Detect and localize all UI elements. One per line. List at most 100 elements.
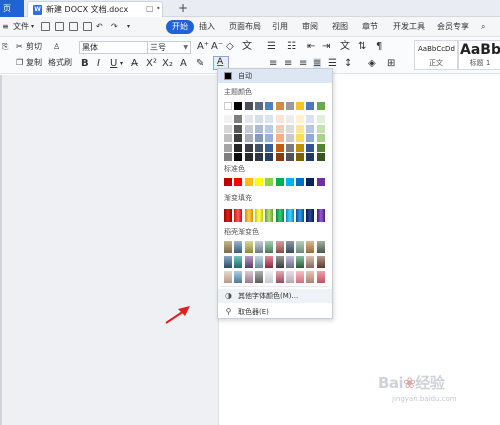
color-swatch[interactable] bbox=[224, 143, 232, 152]
color-swatch[interactable] bbox=[306, 143, 315, 152]
grow-font-icon[interactable]: A⁺ bbox=[197, 41, 209, 53]
color-swatch[interactable] bbox=[306, 124, 315, 133]
shell-gradient-swatch[interactable] bbox=[306, 241, 315, 253]
borders-icon[interactable]: ⊞ bbox=[387, 58, 395, 70]
shell-gradient-swatch[interactable] bbox=[296, 241, 305, 253]
color-swatch[interactable] bbox=[296, 115, 305, 123]
copy-icon[interactable]: ❐ bbox=[16, 58, 23, 68]
print-icon[interactable] bbox=[69, 22, 78, 31]
shell-gradient-swatch[interactable] bbox=[306, 256, 315, 268]
color-swatch[interactable] bbox=[316, 124, 325, 133]
color-swatch[interactable] bbox=[254, 102, 263, 110]
shell-gradient-swatch[interactable] bbox=[285, 271, 294, 283]
color-swatch[interactable] bbox=[306, 153, 315, 161]
menu-icon[interactable]: ≡ bbox=[2, 20, 9, 34]
color-swatch[interactable] bbox=[306, 134, 315, 142]
color-swatch[interactable] bbox=[306, 102, 315, 110]
color-swatch[interactable] bbox=[224, 134, 232, 142]
color-swatch[interactable] bbox=[275, 153, 284, 161]
color-swatch[interactable] bbox=[285, 115, 294, 123]
color-swatch[interactable] bbox=[296, 102, 305, 110]
color-swatch[interactable] bbox=[254, 115, 263, 123]
color-swatch[interactable] bbox=[265, 124, 274, 133]
color-swatch[interactable] bbox=[285, 134, 294, 142]
color-swatch[interactable] bbox=[275, 102, 284, 110]
shell-gradient-swatch[interactable] bbox=[265, 241, 274, 253]
undo-icon[interactable]: ↶ bbox=[96, 20, 103, 34]
standard-color-swatch[interactable] bbox=[254, 178, 263, 186]
standard-color-swatch[interactable] bbox=[316, 178, 325, 186]
standard-color-swatch[interactable] bbox=[234, 178, 243, 186]
standard-color-swatch[interactable] bbox=[244, 178, 253, 186]
shell-gradient-swatch[interactable] bbox=[244, 256, 253, 268]
shell-gradient-swatch[interactable] bbox=[316, 256, 325, 268]
color-swatch[interactable] bbox=[244, 153, 253, 161]
shell-gradient-swatch[interactable] bbox=[224, 271, 232, 283]
shell-gradient-swatch[interactable] bbox=[265, 271, 274, 283]
color-swatch[interactable] bbox=[285, 102, 294, 110]
gradient-swatch[interactable] bbox=[265, 209, 274, 222]
color-swatch[interactable] bbox=[285, 124, 294, 133]
standard-color-swatch[interactable] bbox=[306, 178, 315, 186]
color-swatch[interactable] bbox=[224, 124, 232, 133]
tab-member[interactable]: 会员专享 bbox=[437, 20, 469, 34]
color-swatch[interactable] bbox=[316, 115, 325, 123]
chinese-layout-icon[interactable]: 文 bbox=[340, 41, 350, 53]
document-tab[interactable]: W 新建 DOCX 文档.docx ▢ • bbox=[27, 1, 163, 17]
bold-button[interactable]: B bbox=[81, 58, 89, 70]
tab-home[interactable]: 开始 bbox=[166, 20, 194, 34]
shell-gradient-swatch[interactable] bbox=[316, 271, 325, 283]
paste-icon[interactable]: ⎘ bbox=[2, 42, 8, 52]
color-swatch[interactable] bbox=[234, 124, 243, 133]
color-swatch[interactable] bbox=[296, 124, 305, 133]
highlight-icon[interactable]: ✎ bbox=[196, 58, 204, 70]
color-swatch[interactable] bbox=[234, 102, 243, 110]
redo-icon[interactable]: ↷ bbox=[111, 20, 118, 34]
shell-gradient-swatch[interactable] bbox=[244, 271, 253, 283]
shell-gradient-swatch[interactable] bbox=[275, 271, 284, 283]
file-menu-chevron-down-icon[interactable]: ▾ bbox=[31, 20, 34, 34]
sort-icon[interactable]: ⇅ bbox=[358, 41, 366, 53]
format-painter-button[interactable]: 格式刷 bbox=[48, 58, 72, 68]
color-swatch[interactable] bbox=[265, 102, 274, 110]
color-swatch[interactable] bbox=[296, 153, 305, 161]
color-swatch[interactable] bbox=[234, 115, 243, 123]
color-swatch[interactable] bbox=[316, 102, 325, 110]
shell-gradient-swatch[interactable] bbox=[296, 256, 305, 268]
color-swatch[interactable] bbox=[254, 124, 263, 133]
color-swatch[interactable] bbox=[265, 153, 274, 161]
save-icon[interactable] bbox=[41, 22, 50, 31]
copy-button[interactable]: 复制 bbox=[26, 58, 42, 68]
standard-color-swatch[interactable] bbox=[265, 178, 274, 186]
color-swatch[interactable] bbox=[296, 134, 305, 142]
underline-chevron-down-icon[interactable]: ▾ bbox=[120, 58, 123, 70]
color-swatch[interactable] bbox=[285, 143, 294, 152]
tab-insert[interactable]: 插入 bbox=[199, 20, 215, 34]
shell-gradient-swatch[interactable] bbox=[254, 241, 263, 253]
tab-view[interactable]: 视图 bbox=[332, 20, 348, 34]
shell-gradient-swatch[interactable] bbox=[285, 241, 294, 253]
italic-button[interactable]: I bbox=[97, 58, 100, 70]
text-effect-icon[interactable]: A bbox=[180, 58, 187, 70]
gradient-swatch[interactable] bbox=[244, 209, 253, 222]
color-swatch[interactable] bbox=[244, 134, 253, 142]
clear-format-icon[interactable]: ◇ bbox=[226, 41, 234, 53]
gradient-swatch[interactable] bbox=[275, 209, 284, 222]
gradient-swatch[interactable] bbox=[306, 209, 315, 222]
quick-access-chevron-down-icon[interactable]: ▾ bbox=[127, 20, 130, 34]
increase-indent-icon[interactable]: ⇥ bbox=[322, 41, 330, 53]
shell-gradient-swatch[interactable] bbox=[254, 271, 263, 283]
color-swatch[interactable] bbox=[254, 153, 263, 161]
color-swatch[interactable] bbox=[275, 124, 284, 133]
tab-references[interactable]: 引用 bbox=[272, 20, 288, 34]
print-preview-icon[interactable] bbox=[83, 22, 92, 31]
color-swatch[interactable] bbox=[275, 115, 284, 123]
color-swatch[interactable] bbox=[265, 143, 274, 152]
bullets-icon[interactable]: ☰ bbox=[267, 41, 276, 53]
color-swatch[interactable] bbox=[244, 115, 253, 123]
shell-gradient-swatch[interactable] bbox=[316, 241, 325, 253]
strikethrough-icon[interactable]: A̶ bbox=[131, 58, 138, 70]
pin-icon[interactable]: ▢ bbox=[146, 4, 154, 13]
color-swatch[interactable] bbox=[275, 143, 284, 152]
shell-gradient-swatch[interactable] bbox=[285, 256, 294, 268]
